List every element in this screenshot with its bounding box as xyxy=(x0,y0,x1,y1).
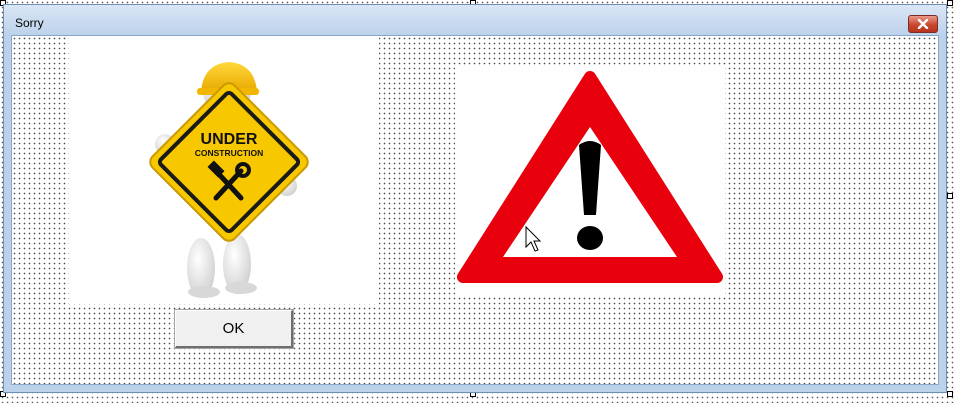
ok-button[interactable]: OK xyxy=(174,309,294,349)
under-construction-image: UNDER CONSTRUCTION xyxy=(69,36,379,304)
dialog-client-area: UNDER CONSTRUCTION OK xyxy=(11,35,939,385)
resize-handle-bottom-right[interactable] xyxy=(947,391,953,397)
designer-canvas: Sorry UNDER CONSTRUCTION OK xyxy=(0,0,956,403)
sign-text-under: UNDER xyxy=(201,131,258,148)
warning-image xyxy=(455,65,725,295)
ok-button-label: OK xyxy=(222,320,245,337)
under-construction-figure-icon: UNDER CONSTRUCTION xyxy=(149,62,309,298)
warning-triangle-icon xyxy=(457,71,723,283)
title-bar[interactable]: Sorry xyxy=(4,5,946,35)
close-button[interactable] xyxy=(908,15,938,33)
close-icon xyxy=(917,19,929,29)
resize-handle-top-right[interactable] xyxy=(947,0,953,6)
dialog-window: Sorry UNDER CONSTRUCTION OK xyxy=(3,4,947,393)
resize-handle-middle-right[interactable] xyxy=(947,193,953,199)
sign-text-construction: CONSTRUCTION xyxy=(195,148,263,158)
window-title: Sorry xyxy=(15,16,44,30)
